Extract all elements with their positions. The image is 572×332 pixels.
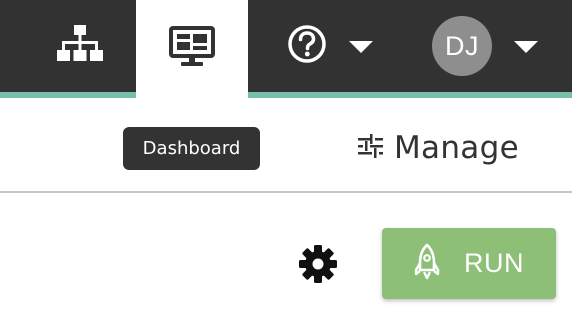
chevron-down-icon — [349, 41, 373, 53]
dashboard-tooltip: Dashboard — [123, 127, 260, 170]
manage-link[interactable]: Manage — [356, 124, 519, 172]
settings-button[interactable] — [296, 244, 340, 288]
run-label: RUN — [464, 248, 524, 278]
rocket-icon — [414, 243, 440, 285]
manage-label: Manage — [394, 130, 519, 166]
nav-sitemap-button[interactable] — [40, 0, 120, 92]
monitor-icon — [169, 26, 215, 72]
nav-user-menu[interactable]: DJ — [420, 0, 550, 92]
nav-help-menu[interactable] — [270, 0, 390, 92]
sliders-icon — [356, 133, 384, 163]
avatar: DJ — [432, 16, 492, 76]
section-divider — [0, 191, 572, 193]
help-icon — [287, 24, 327, 68]
nav-dashboard-button[interactable] — [136, 0, 248, 98]
chevron-down-icon — [514, 41, 538, 53]
run-button[interactable]: RUN — [382, 228, 556, 299]
sitemap-icon — [56, 24, 104, 68]
top-bar-accent-stripe — [0, 92, 572, 98]
gear-icon — [298, 244, 338, 288]
